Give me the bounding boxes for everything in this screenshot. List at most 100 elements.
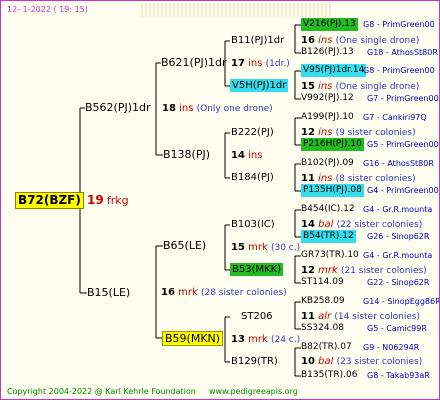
- l4-node-12[interactable]: ST114.09: [301, 276, 344, 289]
- note: (One single drone): [335, 36, 420, 46]
- l4-node-5[interactable]: A199(PJ).10: [301, 111, 354, 124]
- tag: ins: [318, 173, 333, 184]
- tag: ins: [318, 81, 333, 92]
- gen: 13: [231, 334, 245, 345]
- tag: mrk: [248, 334, 268, 345]
- node-l1-sire[interactable]: B562(PJ)1dr: [85, 101, 151, 114]
- note: (28 sister colonies): [200, 288, 287, 298]
- tag: bal: [318, 219, 334, 230]
- node-l2-3[interactable]: B65(LE): [163, 239, 206, 252]
- l4-node-15[interactable]: B82(TR).07: [301, 341, 352, 354]
- note: (One single drone): [335, 82, 420, 92]
- l4-node-2[interactable]: B126(PJ).13: [301, 46, 354, 59]
- l4-node-3[interactable]: V95(PJ)1dr.14: [301, 64, 367, 77]
- note: (9 sister colonies): [335, 128, 416, 138]
- meta-l1-sire: 18 ins (Only one drone): [162, 102, 273, 116]
- meta-l2-1: 17 ins (1dr.): [231, 57, 290, 71]
- note: (22 sister colonies): [336, 220, 423, 230]
- l4-node-10[interactable]: B54(TR).12: [301, 230, 356, 243]
- tag: ins: [248, 150, 263, 161]
- l4-info-13: G14 - SinopEgg86R: [363, 297, 440, 306]
- note: (8 sister colonies): [335, 174, 416, 184]
- note: (Only one drone): [196, 104, 273, 114]
- l4-info-12: G22 - Sinop62R: [367, 278, 430, 287]
- tag: mrk: [248, 242, 268, 253]
- site-link[interactable]: www.pedigreeapis.org: [209, 385, 298, 398]
- gen: 11: [301, 311, 315, 322]
- node-l3-3[interactable]: B222(PJ): [231, 126, 274, 139]
- l4-info-16: G8 - Takab93aR: [367, 371, 430, 380]
- root-node[interactable]: B72(BZF): [15, 192, 84, 209]
- note: (1dr.): [265, 59, 290, 69]
- node-l2-4[interactable]: B59(MKN): [162, 331, 224, 346]
- note: (24 c.): [270, 335, 301, 345]
- pedigree-frame: 12- 1-2022 ( 19: 15) B72(BZF) 19 frkg B5…: [0, 0, 440, 400]
- l4-info-11: G4 - Gr.R.mounta: [363, 251, 433, 260]
- l4-info-15: G9 - N06294R: [363, 343, 420, 352]
- l4-info-14: G5 - Camic99R: [367, 324, 427, 333]
- l4-info-4: G7 - PrimGreen00: [367, 94, 439, 103]
- tag: ins: [248, 58, 263, 69]
- note: (30 c.): [270, 243, 301, 253]
- l4-info-5: G7 - Cankiri97Q: [363, 113, 427, 122]
- print-date: 12- 1-2022 ( 19: 15): [7, 5, 88, 14]
- gen: 15: [231, 242, 245, 253]
- l4-info-2: G18 - AthosSt80R: [367, 48, 438, 57]
- meta-l2-3: 15 mrk (30 c.): [231, 241, 300, 255]
- tag: mrk: [178, 287, 198, 298]
- l4-node-9[interactable]: B454(IC).12: [301, 203, 355, 216]
- node-l3-6[interactable]: B53(MKK): [230, 263, 284, 276]
- meta-l2-2: 14 ins: [231, 149, 262, 162]
- l4-info-9: G4 - Gr.R.mounta: [363, 205, 433, 214]
- node-l3-4[interactable]: B184(PJ): [231, 171, 274, 184]
- tag: bal: [318, 356, 334, 367]
- gen: 17: [231, 58, 245, 69]
- gen: 10: [301, 356, 315, 367]
- l4-info-1: G8 - PrimGreen00: [363, 20, 435, 29]
- note: (21 sister colonies): [340, 266, 427, 276]
- tag: alr: [318, 311, 332, 322]
- gen: 12: [301, 127, 315, 138]
- l4-node-7[interactable]: B102(PJ).09: [301, 157, 354, 170]
- node-l3-8[interactable]: B129(TR): [231, 355, 278, 368]
- copyright: Copyright 2004-2022 @ Karl Kehrle Founda…: [7, 387, 196, 396]
- l4-info-10: G26 - Sinop62R: [367, 232, 430, 241]
- gen: 18: [162, 103, 176, 114]
- node-l3-5[interactable]: B103(IC): [231, 218, 275, 231]
- gen: 12: [301, 265, 315, 276]
- gen: 16: [301, 35, 315, 46]
- gen: 16: [161, 287, 175, 298]
- l4-info-3: G8 - PrimGreen00: [363, 66, 435, 75]
- gen: 15: [301, 81, 315, 92]
- root-meta: 19 frkg: [87, 194, 129, 208]
- gen: 14: [301, 219, 315, 230]
- l4-node-1[interactable]: V216(PJ).13: [301, 18, 358, 31]
- l4-node-8[interactable]: P135H(PJ).08: [301, 184, 364, 197]
- l4-node-16[interactable]: B135(TR).06: [301, 369, 357, 382]
- l4-node-11[interactable]: GR73(TR).10: [301, 249, 359, 262]
- l4-node-6[interactable]: P216H(PJ).10: [301, 138, 364, 151]
- node-l3-7[interactable]: ST206: [241, 310, 273, 323]
- root-gen: 19: [87, 193, 104, 207]
- note: (14 sister colonies): [334, 312, 421, 322]
- tag: ins: [318, 127, 333, 138]
- l4-node-4[interactable]: V992(PJ).12: [301, 92, 354, 105]
- l4-info-6: G5 - PrimGreen00: [367, 140, 439, 149]
- gen: 14: [231, 150, 245, 161]
- meta-l2-4: 13 mrk (24 c.): [231, 333, 300, 347]
- node-l3-2[interactable]: V5H(PJ)1dr: [230, 79, 289, 92]
- l4-node-13[interactable]: KB258.09: [301, 295, 345, 308]
- root-tag: frkg: [106, 194, 129, 207]
- gen: 11: [301, 173, 315, 184]
- l4-node-14[interactable]: SS324.08: [301, 322, 344, 335]
- node-l3-1[interactable]: B11(PJ)1dr: [231, 34, 284, 47]
- tag: ins: [179, 103, 194, 114]
- tag: mrk: [318, 265, 338, 276]
- l4-info-7: G16 - AthosSt80R: [363, 159, 434, 168]
- node-l2-2[interactable]: B138(PJ): [163, 148, 210, 161]
- node-l2-1[interactable]: B621(PJ)1dr: [161, 56, 227, 69]
- meta-l1-dam: 16 mrk (28 sister colonies): [161, 286, 287, 300]
- tag: ins: [318, 35, 333, 46]
- l4-info-8: G4 - PrimGreen00: [367, 186, 439, 195]
- node-l1-dam[interactable]: B15(LE): [87, 286, 130, 299]
